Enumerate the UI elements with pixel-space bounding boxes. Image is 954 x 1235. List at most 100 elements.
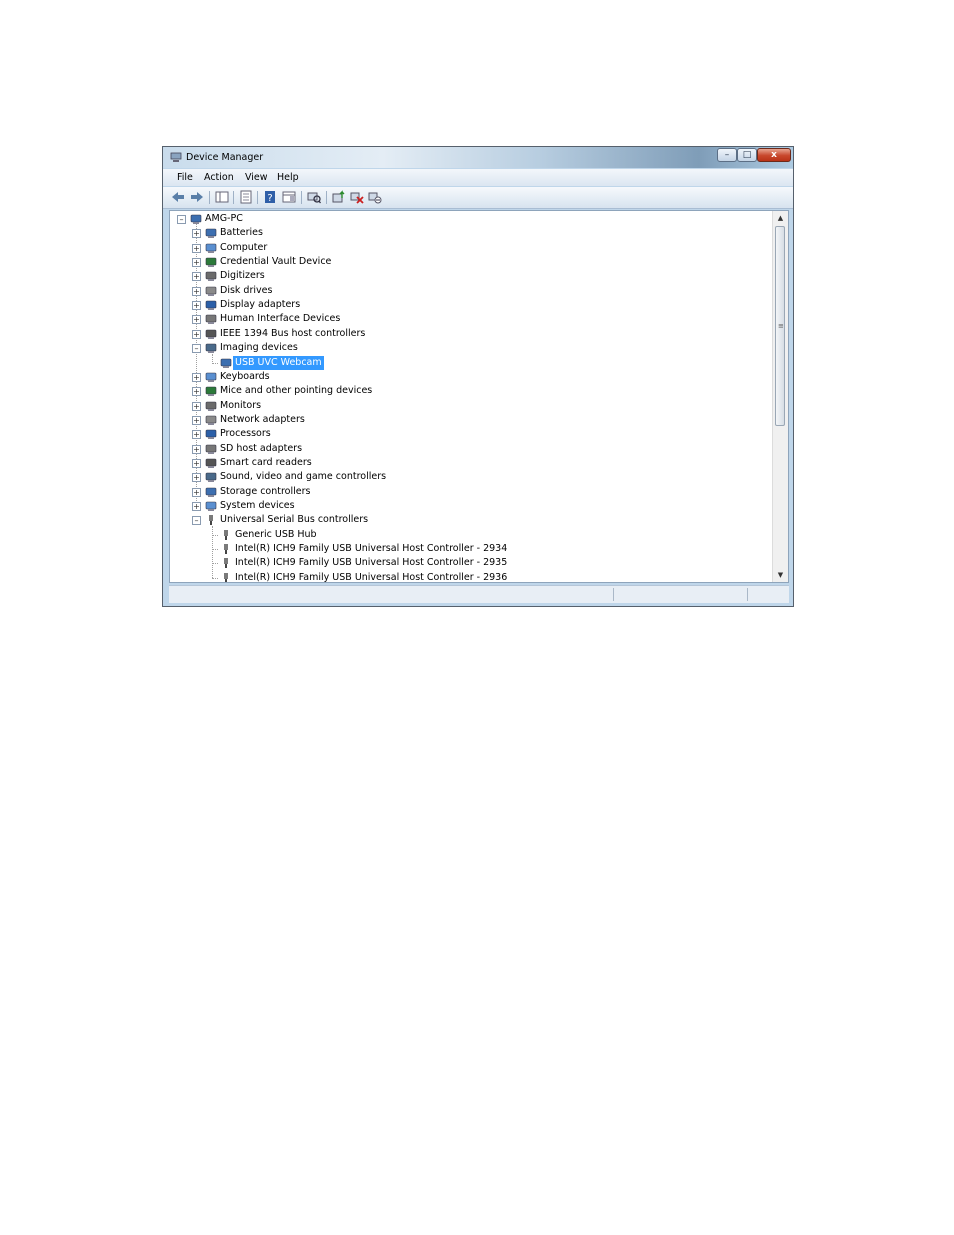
collapse-toggle[interactable]: – <box>177 215 186 224</box>
tree-category-node[interactable]: + Processors <box>170 427 770 441</box>
expand-toggle[interactable]: + <box>192 415 201 425</box>
close-button[interactable]: x <box>757 148 791 162</box>
update-driver-icon[interactable] <box>332 190 346 204</box>
tree-child-node[interactable]: Intel(R) ICH9 Family USB Universal Host … <box>170 571 770 582</box>
collapse-toggle[interactable]: – <box>192 516 201 526</box>
minimize-button[interactable]: – <box>717 148 737 162</box>
tree-category-node[interactable]: + Display adapters <box>170 298 770 312</box>
expand-toggle[interactable]: + <box>192 286 201 296</box>
back-icon[interactable] <box>171 190 185 204</box>
scroll-thumb[interactable]: ≡ <box>775 226 785 426</box>
tree-category-node[interactable]: – Universal Serial Bus controllers <box>170 513 770 527</box>
tree-category-node[interactable]: + Human Interface Devices <box>170 312 770 326</box>
tree-category-node[interactable]: + Digitizers <box>170 269 770 283</box>
expand-toggle[interactable]: + <box>192 387 201 397</box>
tree-child-node[interactable]: Generic USB Hub <box>170 528 770 542</box>
tree-node-label: Intel(R) ICH9 Family USB Universal Host … <box>235 557 508 569</box>
expand-toggle[interactable]: + <box>192 258 201 268</box>
maximize-button[interactable]: □ <box>737 148 757 162</box>
expand-toggle[interactable]: + <box>192 487 201 497</box>
tree-node-label: Keyboards <box>220 370 270 382</box>
vertical-scrollbar[interactable]: ▲ ≡ ▼ <box>772 211 788 582</box>
tree-category-node[interactable]: + Computer <box>170 241 770 255</box>
toolbar-separator <box>209 191 210 204</box>
scroll-up-arrow[interactable]: ▲ <box>773 211 788 225</box>
tree-node-label: Credential Vault Device <box>220 256 332 268</box>
sd-card-icon <box>205 444 217 454</box>
tree-node-label: IEEE 1394 Bus host controllers <box>220 327 366 339</box>
tree-category-node[interactable]: + Batteries <box>170 226 770 240</box>
keyboard-icon <box>205 372 217 382</box>
title-bar[interactable]: Device Manager – □ x <box>163 147 793 168</box>
tree-category-node[interactable]: + SD host adapters <box>170 442 770 456</box>
scan-hardware-icon[interactable] <box>307 190 321 204</box>
show-hide-action-pane-icon[interactable] <box>282 190 296 204</box>
system-icon <box>205 501 217 511</box>
menu-help[interactable]: Help <box>277 172 299 183</box>
tree-child-node[interactable]: Intel(R) ICH9 Family USB Universal Host … <box>170 542 770 556</box>
usb-icon <box>224 558 228 569</box>
tree-category-node[interactable]: + IEEE 1394 Bus host controllers <box>170 327 770 341</box>
smart-card-icon <box>205 458 217 468</box>
tree-category-node[interactable]: + Mice and other pointing devices <box>170 384 770 398</box>
display-adapter-icon <box>205 300 217 311</box>
expand-toggle[interactable]: + <box>192 315 201 325</box>
menu-file[interactable]: File <box>177 172 193 183</box>
tree-node-label: SD host adapters <box>220 442 303 454</box>
expand-toggle[interactable]: + <box>192 401 201 411</box>
toolbar: ? <box>163 187 793 209</box>
disable-device-icon[interactable] <box>368 190 382 204</box>
window-title: Device Manager <box>186 152 264 163</box>
tree-category-node[interactable]: + Disk drives <box>170 284 770 298</box>
menu-view[interactable]: View <box>245 172 268 183</box>
tree-category-node[interactable]: – Imaging devices <box>170 341 770 355</box>
tree-node-label: Computer <box>220 241 268 253</box>
expand-toggle[interactable]: + <box>192 458 201 468</box>
network-icon <box>205 415 217 425</box>
expand-toggle[interactable]: + <box>192 329 201 339</box>
tree-root-node[interactable]: – AMG-PC <box>170 212 470 226</box>
ieee1394-icon <box>205 329 217 339</box>
uninstall-icon[interactable] <box>350 190 364 204</box>
expand-toggle[interactable]: + <box>192 473 201 483</box>
tree-category-node[interactable]: + Storage controllers <box>170 485 770 499</box>
usb-icon <box>209 515 213 526</box>
tree-node-label: Batteries <box>220 227 263 239</box>
expand-toggle[interactable]: + <box>192 372 201 382</box>
expand-toggle[interactable]: + <box>192 502 201 511</box>
toolbar-separator <box>257 191 258 204</box>
tree-category-node[interactable]: + Monitors <box>170 399 770 413</box>
menu-action[interactable]: Action <box>204 172 234 183</box>
expand-toggle[interactable]: + <box>192 301 201 311</box>
tree-category-node[interactable]: + Keyboards <box>170 370 770 384</box>
collapse-toggle[interactable]: – <box>192 344 201 354</box>
show-hide-tree-icon[interactable] <box>215 190 229 204</box>
tree-category-node[interactable]: + System devices <box>170 499 770 513</box>
tree-node-label: Disk drives <box>220 284 273 296</box>
scroll-down-arrow[interactable]: ▼ <box>773 568 788 582</box>
expand-toggle[interactable]: + <box>192 229 201 239</box>
tree-guide-line <box>212 526 213 578</box>
tree-guide-line <box>212 362 218 364</box>
expand-toggle[interactable]: + <box>192 444 201 454</box>
properties-icon[interactable] <box>239 190 253 204</box>
expand-toggle[interactable]: + <box>192 272 201 282</box>
tree-category-node[interactable]: + Smart card readers <box>170 456 770 470</box>
mouse-icon <box>205 386 217 397</box>
tree-child-node[interactable]: USB UVC Webcam <box>170 355 770 370</box>
battery-icon <box>205 229 217 239</box>
tree-category-node[interactable]: + Network adapters <box>170 413 770 427</box>
toolbar-separator <box>326 191 327 204</box>
tree-child-node[interactable]: Intel(R) ICH9 Family USB Universal Host … <box>170 556 770 570</box>
tree-node-label: Smart card readers <box>220 456 312 468</box>
tree-node-label: Generic USB Hub <box>235 528 317 540</box>
help-icon[interactable]: ? <box>263 190 277 204</box>
expand-toggle[interactable]: + <box>192 243 201 253</box>
tree-node-label: Storage controllers <box>220 485 311 497</box>
tree-category-node[interactable]: + Sound, video and game controllers <box>170 470 770 484</box>
tree-category-node[interactable]: + Credential Vault Device <box>170 255 770 269</box>
forward-icon[interactable] <box>190 190 204 204</box>
tree-node-label: Mice and other pointing devices <box>220 385 373 397</box>
expand-toggle[interactable]: + <box>192 430 201 440</box>
tree-node-label: Digitizers <box>220 270 265 282</box>
